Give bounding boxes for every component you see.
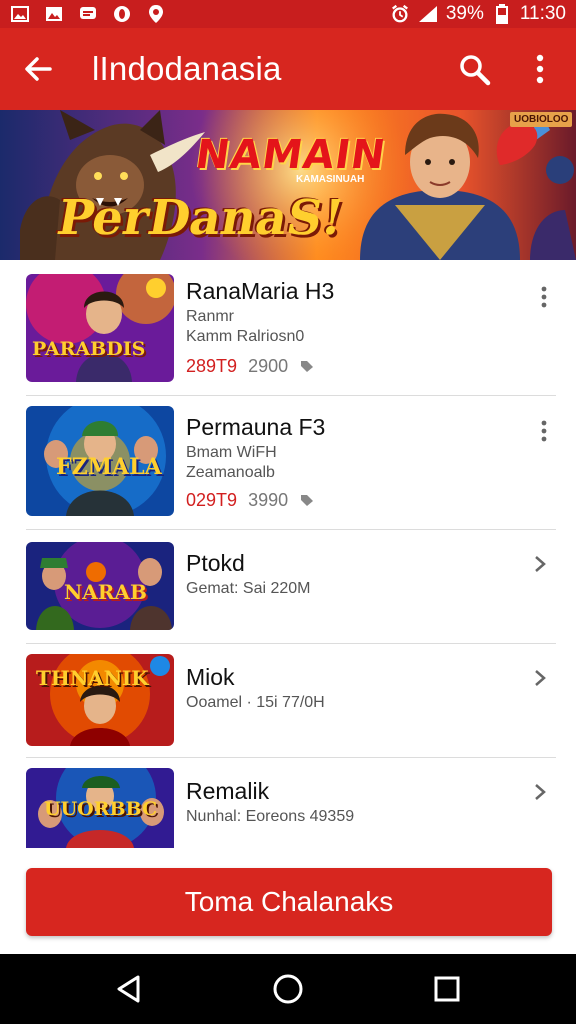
game-title: RanaMaria H3	[186, 278, 335, 304]
tag-icon	[301, 361, 314, 372]
game-price: 029T9	[186, 490, 238, 510]
banner-title: PerDanaS!	[53, 190, 349, 246]
divider	[26, 529, 556, 530]
thumbnail-text: NARAB	[64, 580, 147, 604]
chevron-right-icon	[535, 670, 546, 686]
banner-subtext: KAMASINUAH	[296, 174, 365, 185]
game-price: 289T9	[186, 356, 238, 376]
search-button[interactable]	[448, 43, 500, 95]
clock: 11:30	[519, 3, 566, 24]
location-icon	[146, 5, 166, 23]
image-icon	[44, 5, 64, 23]
price-row: 289T9 2900	[186, 356, 315, 377]
game-thumbnail: UUORBBC	[26, 768, 174, 848]
game-subtitle: Bmam WiFH	[186, 444, 277, 461]
divider	[26, 643, 556, 644]
back-arrow-icon	[25, 57, 52, 81]
thumbnail-text: PARABDIS	[32, 338, 146, 360]
item-open-button[interactable]	[528, 666, 552, 690]
thumbnail-text: UUORBBC	[44, 798, 158, 820]
app-bar-actions	[448, 43, 566, 95]
list-item[interactable]: NARAB Ptokd Gemat: Sai 220M	[26, 542, 556, 644]
item-open-button[interactable]	[528, 552, 552, 576]
game-thumbnail: THNANIK	[26, 654, 174, 746]
game-subtitle: Nunhal: Eoreons 49359	[186, 808, 355, 825]
game-thumbnail: FZMALA	[26, 406, 174, 516]
search-icon	[460, 55, 491, 86]
game-thumbnail: NARAB	[26, 542, 174, 630]
overflow-menu-button[interactable]	[514, 43, 566, 95]
thumbnail-text: FZMALA	[56, 454, 162, 480]
game-title: Remalik	[186, 778, 270, 804]
game-list: PARABDIS RanaMaria H3 Ranmr Kamm Ralrios…	[0, 260, 576, 850]
battery-icon	[492, 4, 512, 24]
more-vert-icon	[536, 54, 544, 84]
banner-headline: NAMAIN	[192, 132, 389, 178]
thumbnail-text: THNANIK	[36, 666, 149, 690]
divider	[26, 395, 556, 396]
list-item[interactable]: THNANIK Miok Ooamel · 15i 77/0H	[26, 654, 556, 758]
game-description: Kamm Ralriosn0	[186, 328, 305, 345]
chat-icon	[78, 5, 98, 23]
home-circle-icon	[273, 974, 303, 1004]
chevron-right-icon	[535, 784, 546, 800]
page-title: lIndodanasia	[92, 50, 282, 87]
promo-banner[interactable]: UOBIOLOO NAMAIN KAMASINUAH PerDanaS!	[0, 110, 576, 260]
list-item[interactable]: UUORBBC Remalik Nunhal: Eoreons 49359	[26, 768, 556, 850]
banner-badge: UOBIOLOO	[510, 112, 573, 127]
game-price-old: 2900	[248, 356, 289, 376]
battery-percent: 39%	[445, 3, 484, 24]
more-vert-icon	[541, 286, 547, 308]
list-item[interactable]: FZMALA Permauna F3 Bmam WiFH Zeamanoalb …	[26, 406, 556, 530]
game-title: Ptokd	[186, 550, 245, 576]
game-description: Zeamanoalb	[186, 464, 275, 481]
price-row: 029T9 3990	[186, 490, 315, 511]
nav-recents-button[interactable]	[417, 959, 477, 1019]
app-bar: lIndodanasia	[0, 28, 576, 110]
game-subtitle: Ooamel · 15i 77/0H	[186, 694, 325, 711]
game-subtitle: Ranmr	[186, 308, 235, 325]
game-title: Permauna F3	[186, 414, 326, 440]
tag-icon	[301, 495, 314, 506]
system-nav-bar	[0, 954, 576, 1024]
status-bar: 39% 11:30	[0, 0, 576, 28]
primary-action-button[interactable]: Toma Chalanaks	[26, 868, 552, 936]
back-triangle-icon	[117, 975, 140, 1003]
alarm-icon	[390, 4, 410, 23]
item-open-button[interactable]	[528, 780, 552, 804]
signal-icon	[418, 5, 438, 23]
item-menu-button[interactable]	[532, 414, 556, 448]
bottom-action-area: Toma Chalanaks	[0, 850, 576, 954]
back-button[interactable]	[10, 41, 66, 97]
image-icon	[10, 5, 30, 23]
item-menu-button[interactable]	[532, 280, 556, 314]
nav-home-button[interactable]	[258, 959, 318, 1019]
divider	[26, 757, 556, 758]
nav-back-button[interactable]	[99, 959, 159, 1019]
game-price-old: 3990	[248, 490, 289, 510]
more-vert-icon	[541, 420, 547, 442]
opera-icon	[112, 5, 132, 23]
recents-square-icon	[434, 976, 460, 1002]
status-notifications	[10, 5, 166, 23]
game-title: Miok	[186, 664, 235, 690]
game-thumbnail: PARABDIS	[26, 274, 174, 382]
status-system: 39% 11:30	[390, 3, 566, 25]
game-subtitle: Gemat: Sai 220M	[186, 580, 311, 597]
chevron-right-icon	[535, 556, 546, 572]
list-item[interactable]: PARABDIS RanaMaria H3 Ranmr Kamm Ralrios…	[26, 274, 556, 396]
